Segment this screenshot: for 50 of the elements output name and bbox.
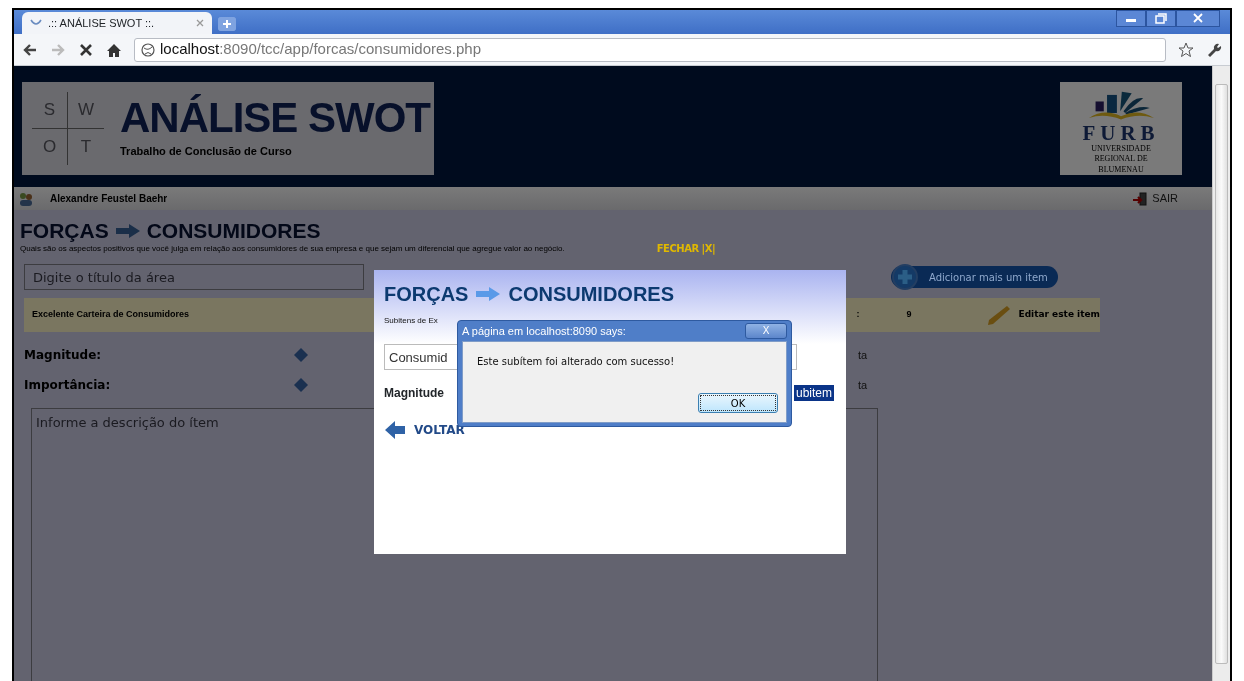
section-title: FORÇAS [20, 220, 109, 241]
field-value: ta [858, 347, 868, 363]
add-item-button[interactable]: Adicionar mais um item [891, 266, 1058, 288]
exit-icon [1132, 191, 1149, 206]
globe-icon [141, 42, 155, 57]
item-label: : [856, 308, 861, 322]
item-title: Excelente Carteira de Consumidores [32, 308, 190, 322]
site-subtitle: Trabalho de Conclusão de Curso [120, 144, 293, 160]
minimize-icon[interactable] [1116, 10, 1146, 27]
wrench-icon[interactable] [1206, 41, 1222, 58]
arrow-icon [475, 286, 502, 302]
dialog-title: A página em localhost:8090 says: [462, 323, 626, 339]
users-icon [18, 190, 34, 207]
edit-link[interactable]: Editar este item [1018, 308, 1100, 322]
restore-icon[interactable] [1146, 10, 1176, 27]
user-name: Alexandre Feustel Baehr [50, 192, 168, 206]
swot-letter: W [68, 92, 104, 129]
field-label: Magnitude [384, 385, 444, 402]
save-subitem-button[interactable]: ubitem [794, 385, 835, 401]
star-icon[interactable] [1178, 41, 1194, 58]
browser-tab[interactable]: .:: ANÁLISE SWOT ::. [22, 12, 212, 34]
back-icon[interactable] [22, 41, 38, 58]
loading-icon [30, 19, 42, 27]
alert-message: Este subítem foi alterado com sucesso! [477, 356, 675, 367]
swot-letter: T [79, 136, 93, 158]
field-label: Importância: [24, 377, 112, 394]
swot-letter: O [32, 129, 68, 165]
section-title: CONSUMIDORES [146, 220, 321, 241]
logout-link[interactable]: SAIR [1152, 190, 1178, 207]
home-icon[interactable] [106, 41, 122, 58]
plus-icon [891, 264, 921, 290]
modal-title: FORÇAS [384, 284, 469, 304]
close-icon[interactable] [1176, 10, 1220, 27]
address-bar[interactable]: localhost:8090/tcc/app/forcas/consumidores.php [134, 37, 1166, 62]
field-value: ta [858, 377, 868, 393]
swot-letter: S [32, 92, 68, 129]
arrow-icon [114, 222, 141, 239]
back-arrow-icon [384, 420, 406, 440]
field-label: Magnitude: [24, 347, 103, 364]
modal-subtitle: Subitens de Ex [384, 315, 439, 327]
back-link[interactable]: VOLTAR [414, 421, 465, 439]
new-tab-icon[interactable] [218, 17, 236, 31]
modal-title: CONSUMIDORES [508, 284, 675, 304]
stop-icon[interactable] [78, 41, 94, 58]
item-value: 9 [906, 308, 913, 322]
ok-button[interactable]: OK [698, 393, 778, 413]
university-logo: FURB UNIVERSIDADE REGIONAL DE BLUMENAU [1060, 82, 1182, 175]
pencil-icon [986, 304, 1011, 326]
section-description: Quais são os aspectos positivos que você julga em relação aos consumidores de sua empresa e que sejam um diferencial que agregue valor ao negócio. [20, 242, 565, 255]
close-link[interactable]: FECHAR |X| [656, 241, 716, 256]
